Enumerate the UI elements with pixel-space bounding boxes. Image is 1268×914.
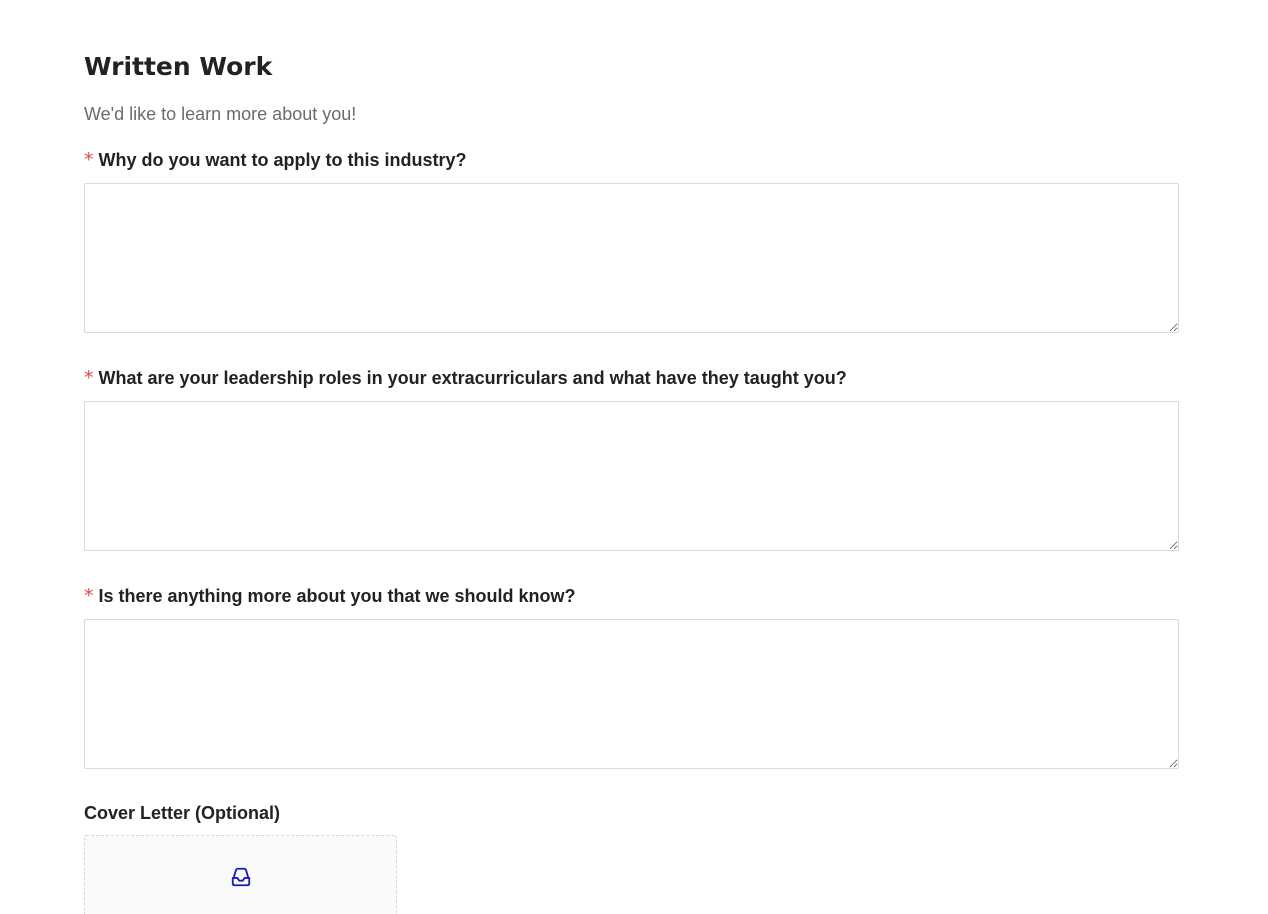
inbox-icon	[231, 867, 251, 887]
required-mark: *	[84, 585, 94, 607]
question-label-text: Is there anything more about you that we…	[98, 585, 576, 606]
required-mark: *	[84, 149, 94, 171]
cover-letter-label: Cover Letter (Optional)	[84, 802, 281, 823]
question-industry-field: * Why do you want to apply to this indus…	[84, 148, 1179, 333]
question-label: * Why do you want to apply to this indus…	[84, 148, 1179, 172]
cover-letter-upload-dropzone[interactable]	[84, 835, 397, 914]
question-leadership-field: * What are your leadership roles in your…	[84, 366, 1179, 551]
question-more-about-you-field: * Is there anything more about you that …	[84, 584, 1179, 769]
industry-answer-textarea[interactable]	[84, 183, 1179, 333]
required-mark: *	[84, 367, 94, 389]
section-description: We'd like to learn more about you!	[84, 104, 357, 124]
leadership-answer-textarea[interactable]	[84, 401, 1179, 551]
cover-letter-field: Cover Letter (Optional)	[84, 801, 1179, 825]
written-work-page: Written Work We'd like to learn more abo…	[0, 0, 1268, 914]
question-label-text: What are your leadership roles in your e…	[98, 367, 847, 388]
question-label: * Is there anything more about you that …	[84, 584, 1179, 608]
question-label: * What are your leadership roles in your…	[84, 366, 1179, 390]
section-title: Written Work	[84, 52, 273, 81]
question-label-text: Why do you want to apply to this industr…	[98, 149, 467, 170]
more-about-you-answer-textarea[interactable]	[84, 619, 1179, 769]
